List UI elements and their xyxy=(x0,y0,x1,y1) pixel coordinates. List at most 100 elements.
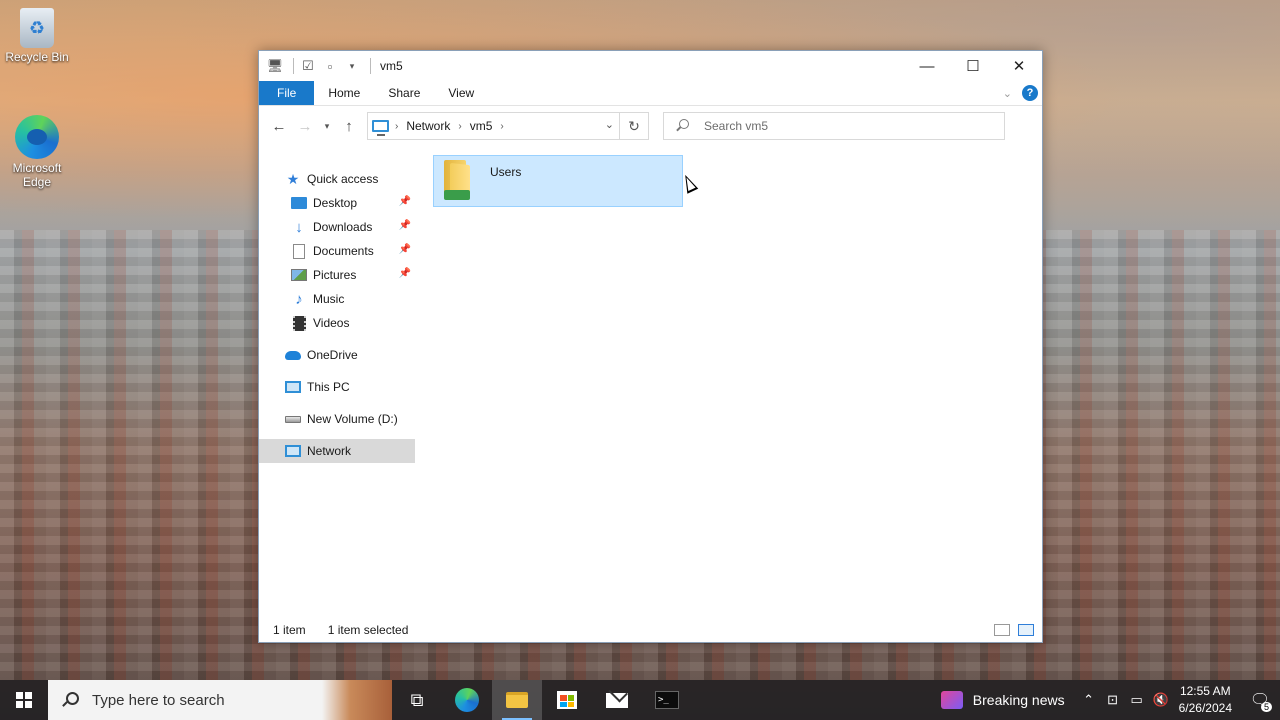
list-item[interactable]: Users xyxy=(433,155,683,207)
notifications-button[interactable]: 🗨 5 xyxy=(1240,680,1280,720)
tab-file[interactable]: File xyxy=(259,81,315,105)
pin-icon[interactable]: 📌 xyxy=(399,244,411,255)
search-icon xyxy=(676,119,690,133)
drive-icon xyxy=(285,411,301,427)
chevron-right-icon[interactable]: › xyxy=(458,121,461,132)
nav-label: Network xyxy=(307,444,352,458)
start-button[interactable] xyxy=(0,680,48,720)
file-list: Users xyxy=(415,147,1042,618)
taskbar-store[interactable] xyxy=(542,680,592,720)
nav-label: New Volume (D:) xyxy=(307,412,398,426)
refresh-button[interactable]: ↻ xyxy=(619,112,649,140)
download-icon: ↓ xyxy=(295,218,303,236)
nav-pictures[interactable]: Pictures 📌 xyxy=(259,263,415,287)
task-view-button[interactable]: ⧉ xyxy=(392,680,442,720)
chevron-right-icon[interactable]: › xyxy=(395,121,398,132)
computer-icon[interactable]: 🖥 xyxy=(266,57,284,75)
forward-button[interactable]: → xyxy=(293,114,317,138)
computer-icon xyxy=(285,379,301,395)
shared-folder-icon xyxy=(442,160,472,200)
ribbon-tabs: File Home Share View ⌄ ? xyxy=(259,81,1042,106)
taskbar-search-input[interactable]: Type here to search xyxy=(48,680,392,720)
nav-label: This PC xyxy=(307,380,350,394)
pin-icon[interactable]: 📌 xyxy=(399,196,411,207)
tab-share[interactable]: Share xyxy=(374,81,434,105)
new-folder-icon[interactable]: ▫ xyxy=(321,57,339,75)
nav-label: Quick access xyxy=(307,172,379,186)
taskbar-file-explorer[interactable] xyxy=(492,680,542,720)
tab-home[interactable]: Home xyxy=(314,81,374,105)
address-bar[interactable]: › Network › vm5 › ⌄ ↻ xyxy=(367,112,649,140)
document-icon xyxy=(291,243,307,259)
recent-locations-icon[interactable]: ▾ xyxy=(319,114,335,138)
cloud-icon xyxy=(285,347,301,363)
taskbar-search-placeholder: Type here to search xyxy=(92,691,225,709)
large-icons-view-icon[interactable] xyxy=(1018,624,1034,636)
nav-desktop[interactable]: Desktop 📌 xyxy=(259,191,415,215)
news-label: Breaking news xyxy=(972,692,1065,708)
breadcrumb-vm5[interactable]: vm5 xyxy=(470,119,493,133)
pin-icon[interactable]: 📌 xyxy=(399,268,411,279)
minimize-button[interactable]: — xyxy=(904,51,950,81)
details-view-icon[interactable] xyxy=(994,624,1010,636)
properties-icon[interactable]: ☑ xyxy=(299,57,317,75)
customize-toolbar-icon[interactable]: ▾ xyxy=(343,57,361,75)
chevron-right-icon[interactable]: › xyxy=(500,121,503,132)
nav-new-volume[interactable]: New Volume (D:) xyxy=(259,407,415,431)
desktop-icon xyxy=(291,195,307,211)
nav-label: Downloads xyxy=(313,220,373,234)
nav-network[interactable]: Network xyxy=(259,439,415,463)
edge-icon xyxy=(15,115,59,159)
expand-ribbon-icon[interactable]: ⌄ xyxy=(1003,87,1012,100)
search-placeholder: Search vm5 xyxy=(704,119,769,133)
chevron-up-icon[interactable]: ⌃ xyxy=(1077,692,1101,708)
chevron-down-icon[interactable]: ⌄ xyxy=(605,118,614,131)
nav-label: Music xyxy=(313,292,345,306)
desktop-icon-label: Microsoft Edge xyxy=(12,161,62,189)
window-title: vm5 xyxy=(380,59,403,73)
nav-label: Pictures xyxy=(313,268,357,282)
help-icon[interactable]: ? xyxy=(1022,85,1038,101)
breadcrumb-network[interactable]: Network xyxy=(406,119,450,133)
nav-label: Videos xyxy=(313,316,350,330)
search-icon xyxy=(62,692,79,708)
volume-muted-icon[interactable]: 🔇 xyxy=(1149,692,1173,708)
back-button[interactable]: ← xyxy=(267,114,291,138)
pictures-icon xyxy=(291,267,307,283)
divider xyxy=(293,58,294,74)
divider xyxy=(370,58,371,74)
video-icon xyxy=(291,315,307,331)
pin-icon[interactable]: 📌 xyxy=(399,220,411,231)
search-highlight-image[interactable] xyxy=(322,680,392,720)
nav-label: Desktop xyxy=(313,196,358,210)
desktop-icon-microsoft-edge[interactable]: Microsoft Edge xyxy=(0,115,74,189)
nav-onedrive[interactable]: OneDrive xyxy=(259,343,415,367)
news-icon xyxy=(940,691,963,709)
taskbar-terminal[interactable]: >_ xyxy=(642,680,692,720)
tab-view[interactable]: View xyxy=(434,81,488,105)
nav-label: Documents xyxy=(313,244,374,258)
clock[interactable]: 12:55 AM 6/26/2024 xyxy=(1179,683,1232,717)
news-widget[interactable]: Breaking news xyxy=(940,691,1065,709)
music-icon: ♪ xyxy=(295,290,303,308)
mail-icon xyxy=(606,692,628,708)
nav-downloads[interactable]: ↓ Downloads 📌 xyxy=(259,215,415,239)
desktop-icon-recycle-bin[interactable]: Recycle Bin xyxy=(0,8,74,64)
search-input[interactable]: Search vm5 xyxy=(663,112,1005,140)
maximize-button[interactable]: ☐ xyxy=(950,51,996,81)
nav-this-pc[interactable]: This PC xyxy=(259,375,415,399)
folder-icon xyxy=(506,692,528,708)
status-bar: 1 item 1 item selected xyxy=(259,618,1042,642)
meet-now-icon[interactable]: ⊡ xyxy=(1101,692,1125,708)
close-button[interactable]: ✕ xyxy=(996,51,1042,81)
nav-documents[interactable]: Documents 📌 xyxy=(259,239,415,263)
nav-quick-access[interactable]: ★ Quick access xyxy=(259,167,415,191)
taskbar-edge[interactable] xyxy=(442,680,492,720)
notification-count: 5 xyxy=(1260,702,1272,712)
up-button[interactable]: ↑ xyxy=(337,114,361,138)
nav-music[interactable]: ♪ Music xyxy=(259,287,415,311)
network-icon[interactable]: ▭ xyxy=(1125,692,1149,708)
nav-videos[interactable]: Videos xyxy=(259,311,415,335)
nav-label: OneDrive xyxy=(307,348,358,362)
taskbar-mail[interactable] xyxy=(592,680,642,720)
